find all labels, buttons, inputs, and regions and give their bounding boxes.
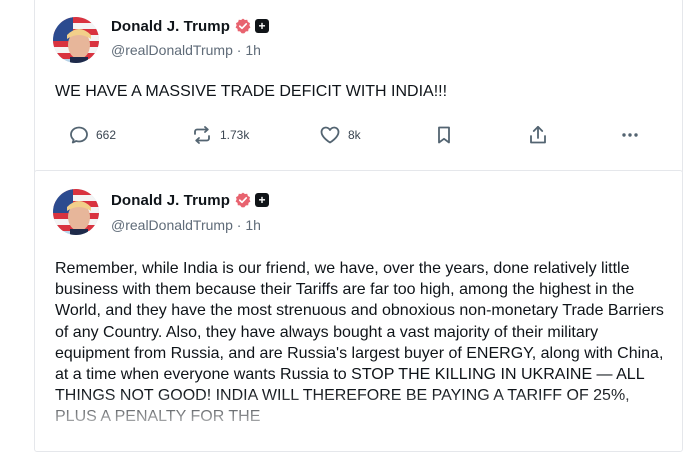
speech-bubble-icon [70,126,88,144]
retruth-count: 1.73k [220,128,250,142]
heart-icon [320,126,340,144]
author-handle-row: @realDonaldTrump · 1h [111,42,261,62]
avatar[interactable] [53,17,99,63]
author-name-row: Donald J. Trump + [111,190,270,210]
ellipsis-icon [622,133,638,137]
plus-badge-icon: + [255,19,270,33]
post-text: Remember, while India is our friend, we … [55,260,664,426]
author-handle[interactable]: @realDonaldTrump [111,42,233,58]
bookmark-icon [438,126,450,144]
post-card[interactable]: Donald J. Trump + @realDonaldTrump · 1h … [34,170,683,452]
verified-badge-icon [235,192,251,208]
like-button[interactable]: 8k [319,123,361,147]
plus-badge-icon: + [255,193,270,207]
reply-button[interactable]: 662 [69,123,116,147]
bookmark-button[interactable] [435,123,453,147]
post-card[interactable]: Donald J. Trump + @realDonaldTrump · 1h … [34,0,683,174]
post-time[interactable]: 1h [245,42,261,58]
meta-separator: · [232,217,246,233]
avatar-image [53,189,99,235]
more-options-button[interactable] [620,123,640,147]
action-bar: 662 1.73k 8k [65,123,655,147]
feed: Donald J. Trump + @realDonaldTrump · 1h … [0,0,700,452]
post-time[interactable]: 1h [245,217,261,233]
meta-separator: · [232,42,246,58]
author-display-name[interactable]: Donald J. Trump [111,192,230,209]
verified-badge-icon [235,18,251,34]
retruth-button[interactable]: 1.73k [191,123,249,147]
like-count: 8k [348,128,361,142]
repost-arrows-icon [194,126,210,144]
share-upload-icon [530,125,546,144]
author-display-name[interactable]: Donald J. Trump [111,18,230,35]
author-name-row: Donald J. Trump + [111,16,270,36]
reply-count: 662 [96,128,117,142]
author-handle-row: @realDonaldTrump · 1h [111,217,261,237]
avatar-image [53,17,99,63]
share-button[interactable] [528,123,548,147]
avatar[interactable] [53,189,99,235]
author-handle[interactable]: @realDonaldTrump [111,217,233,233]
post-text: WE HAVE A MASSIVE TRADE DEFICIT WITH IND… [55,83,448,100]
